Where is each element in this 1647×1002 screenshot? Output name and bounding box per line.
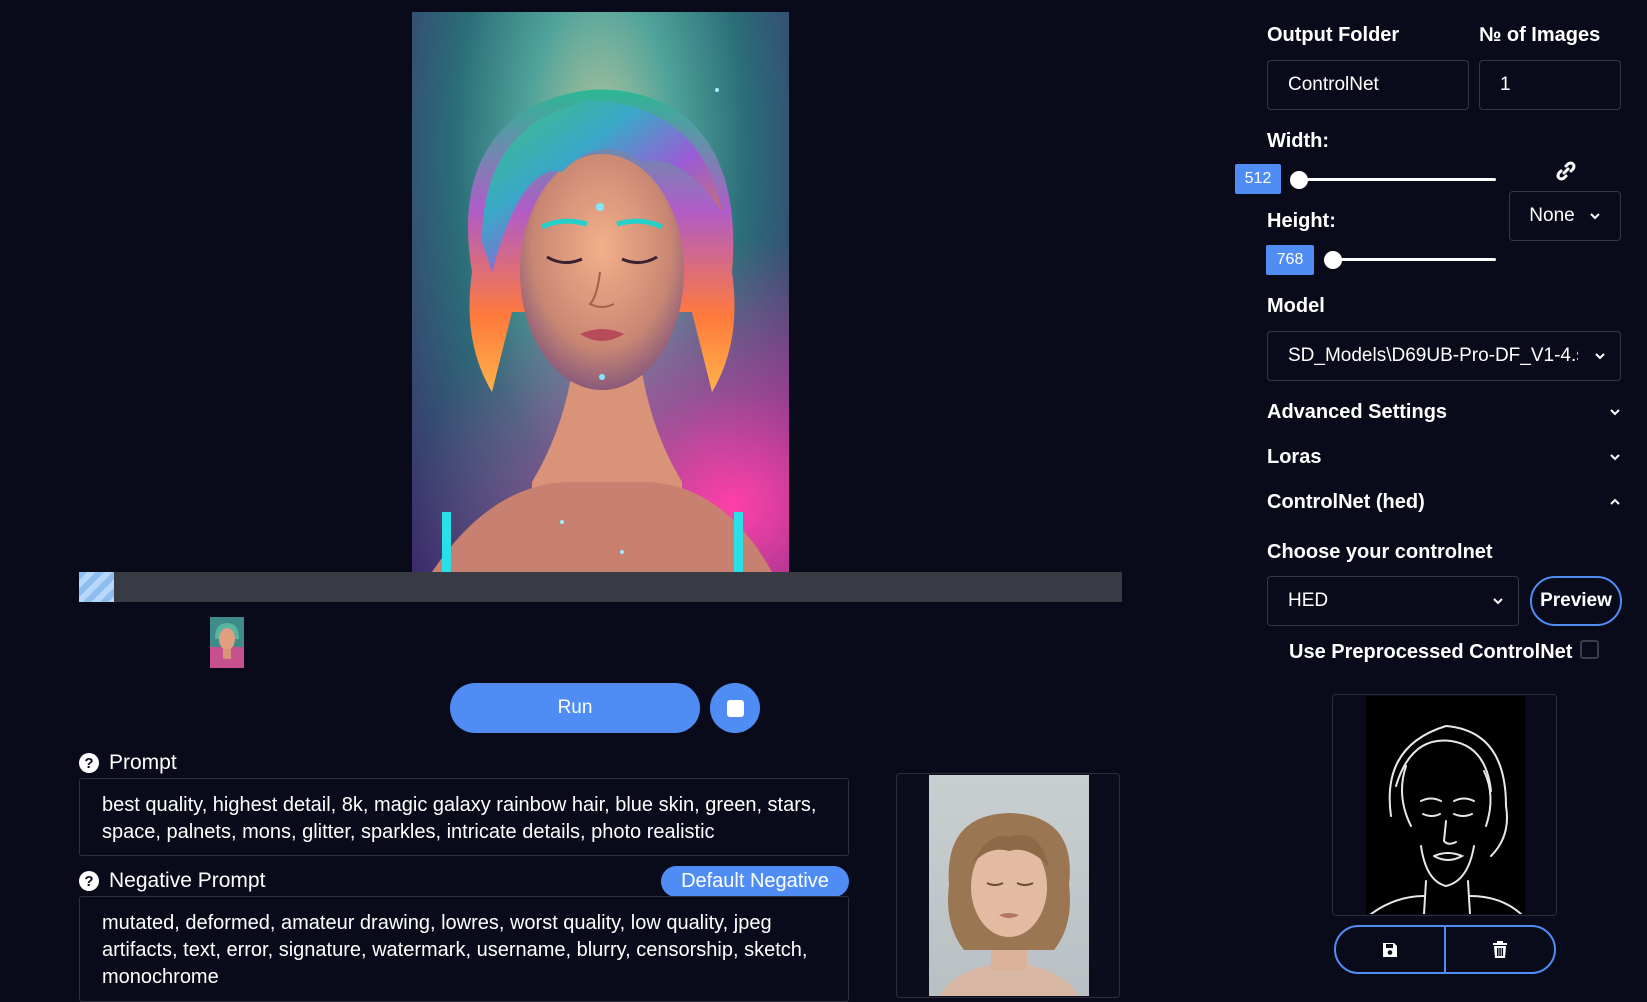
model-label: Model <box>1267 295 1325 317</box>
link-icon[interactable] <box>1555 160 1577 182</box>
generated-image[interactable] <box>412 12 789 572</box>
progress-track <box>79 572 1122 602</box>
delete-controlnet-button[interactable] <box>1444 927 1554 972</box>
model-select-value: SD_Models\D69UB-Pro-DF_V1-4.safetensors <box>1288 345 1578 366</box>
controlnet-actions <box>1334 925 1556 974</box>
default-negative-button[interactable]: Default Negative <box>661 866 849 897</box>
height-label: Height: <box>1267 210 1336 232</box>
negative-prompt-label: ? Negative Prompt <box>79 869 265 893</box>
use-preprocessed-checkbox[interactable] <box>1580 640 1599 659</box>
prompt-input[interactable]: best quality, highest detail, 8k, magic … <box>79 778 849 856</box>
controlnet-select-value: HED <box>1288 590 1329 611</box>
use-preprocessed-label: Use Preprocessed ControlNet <box>1289 641 1573 663</box>
stop-icon <box>726 699 744 717</box>
help-icon[interactable]: ? <box>79 871 99 891</box>
save-icon <box>1383 942 1397 957</box>
width-slider-thumb[interactable] <box>1290 171 1308 189</box>
history-thumbnail[interactable] <box>210 617 244 668</box>
save-controlnet-button[interactable] <box>1336 927 1444 972</box>
height-value-badge: 768 <box>1266 245 1314 275</box>
height-slider-thumb[interactable] <box>1324 251 1342 269</box>
height-slider[interactable] <box>1333 258 1496 261</box>
prompt-label: ? Prompt <box>79 751 177 775</box>
chevron-down-icon <box>1493 598 1503 605</box>
width-label: Width: <box>1267 130 1330 152</box>
advanced-settings-label: Advanced Settings <box>1267 400 1448 423</box>
stop-button[interactable] <box>710 683 760 733</box>
advanced-settings-accordion[interactable]: Advanced Settings <box>1267 397 1621 427</box>
output-folder-input[interactable]: ControlNet <box>1267 60 1469 110</box>
loras-label: Loras <box>1267 445 1322 468</box>
chevron-down-icon <box>1610 409 1620 416</box>
negative-prompt-input[interactable]: mutated, deformed, amateur drawing, lowr… <box>79 896 849 1002</box>
run-button[interactable]: Run <box>450 683 700 733</box>
chevron-down-icon <box>1595 353 1605 360</box>
num-images-label: № of Images <box>1479 24 1601 46</box>
help-icon[interactable]: ? <box>79 753 99 773</box>
prompt-label-text: Prompt <box>109 751 177 774</box>
aspect-ratio-value: None <box>1529 205 1575 226</box>
controlnet-label: ControlNet (hed) <box>1267 490 1425 513</box>
width-slider[interactable] <box>1300 178 1496 181</box>
controlnet-preview-image[interactable] <box>1366 696 1525 914</box>
choose-controlnet-label: Choose your controlnet <box>1267 541 1493 563</box>
controlnet-accordion[interactable]: ControlNet (hed) <box>1267 487 1621 517</box>
aspect-ratio-select[interactable]: None <box>1509 191 1621 241</box>
controlnet-select[interactable]: HED <box>1267 576 1519 626</box>
input-image[interactable] <box>929 775 1089 996</box>
negative-prompt-label-text: Negative Prompt <box>109 869 266 892</box>
trash-icon <box>1493 941 1507 958</box>
model-select[interactable]: SD_Models\D69UB-Pro-DF_V1-4.safetensors <box>1267 331 1621 381</box>
chevron-down-icon <box>1589 213 1600 220</box>
width-value-badge: 512 <box>1235 164 1281 194</box>
output-folder-label: Output Folder <box>1267 24 1400 46</box>
progress-fill <box>79 572 114 602</box>
num-images-input[interactable]: 1 <box>1479 60 1621 110</box>
preview-button[interactable]: Preview <box>1530 576 1622 626</box>
chevron-up-icon <box>1610 498 1620 505</box>
chevron-down-icon <box>1610 454 1620 461</box>
loras-accordion[interactable]: Loras <box>1267 442 1621 472</box>
